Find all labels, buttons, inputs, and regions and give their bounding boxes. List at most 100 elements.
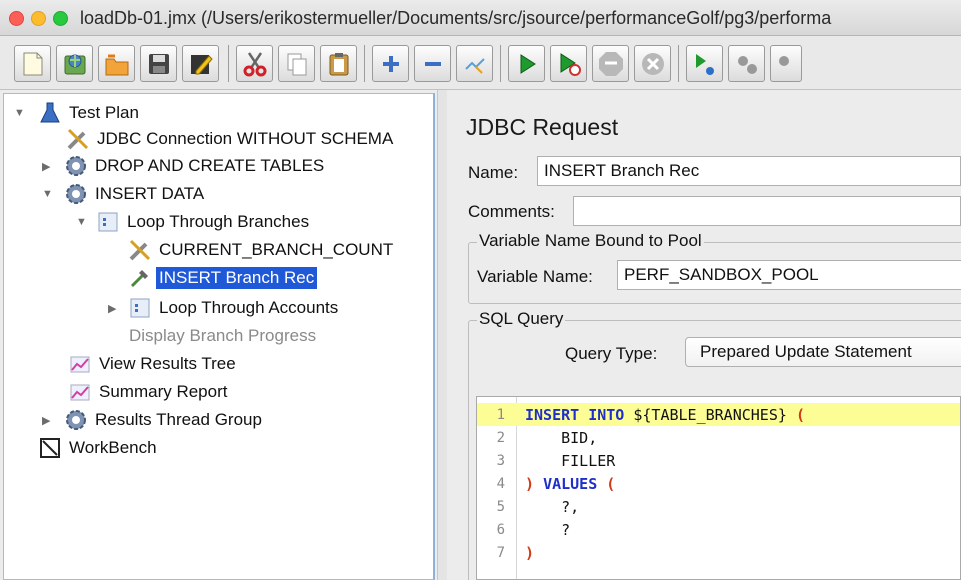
name-label: Name: [468,163,519,182]
sql-group-title: SQL Query [477,309,566,329]
toggle-button[interactable] [456,45,493,82]
code-text: ) [525,543,535,562]
tree-node-view-results-tree[interactable]: View Results Tree [68,351,239,377]
code-line[interactable]: 5 ?, [477,495,960,518]
start-icon [520,53,536,74]
tree-node-insert-data[interactable]: ▼ INSERT DATA [42,181,207,207]
paste-icon [329,52,348,75]
loop-controller-icon [96,210,120,234]
tree-node-summary-report[interactable]: Summary Report [68,379,230,405]
variable-name-field[interactable]: PERF_SANDBOX_POOL [617,260,961,290]
panel-title: JDBC Request [466,114,619,140]
code-line[interactable]: 3 FILLER [477,449,960,472]
toolbar-separator [678,45,679,82]
save-icon [148,53,169,74]
name-field[interactable]: INSERT Branch Rec [537,156,961,186]
collapsed-arrow-icon[interactable]: ▶ [108,302,116,315]
tree-node-loop-accounts[interactable]: ▶ Loop Through Accounts [108,295,341,321]
start-no-pauses-button[interactable] [550,45,587,82]
expanded-arrow-icon[interactable]: ▼ [76,216,87,228]
listener-graph-icon [68,380,92,404]
line-number: 1 [496,406,505,423]
remote-start-button[interactable] [686,45,723,82]
expand-all-button[interactable] [372,45,409,82]
tree-node-current-branch-count[interactable]: CURRENT_BRANCH_COUNT [128,237,396,263]
collapse-minus-icon [424,61,441,66]
test-plan-flask-icon [38,101,62,125]
sampler-pipette-icon [128,266,152,290]
split-pane-divider[interactable] [437,90,447,580]
code-line[interactable]: 1 INSERT INTO ${TABLE_BRANCHES} ( [477,403,960,426]
new-file-icon [23,52,42,75]
start-no-pauses-icon [560,52,581,76]
tree-node-loop-branches[interactable]: ▼ Loop Through Branches [76,209,312,235]
loop-controller-icon [128,296,152,320]
code-line[interactable]: 6 ? [477,518,960,541]
line-number: 6 [496,521,505,538]
tree-node-jdbc-connection[interactable]: JDBC Connection WITHOUT SCHEMA [66,126,396,152]
stop-button[interactable] [592,45,629,82]
tree-node-label: INSERT DATA [95,184,205,203]
close-window-button[interactable] [9,11,24,26]
tree-node-label: Display Branch Progress [129,326,317,345]
expanded-arrow-icon[interactable]: ▼ [14,107,25,119]
tree-node-test-plan[interactable]: ▼ Test Plan [14,100,142,126]
new-button[interactable] [14,45,51,82]
tree-node-workbench[interactable]: WorkBench [38,435,160,461]
thread-group-gear-icon [64,154,88,178]
expand-plus-icon [382,55,399,72]
tree-node-label: Test Plan [69,103,139,122]
start-button[interactable] [508,45,545,82]
toolbar-separator [228,45,229,82]
code-text: ) VALUES ( [525,474,616,493]
save-button[interactable] [140,45,177,82]
code-line[interactable]: 4 ) VALUES ( [477,472,960,495]
shutdown-button[interactable] [634,45,671,82]
paste-button[interactable] [320,45,357,82]
open-button[interactable] [98,45,135,82]
code-text: BID, [525,428,598,447]
comments-field[interactable] [573,196,961,226]
thread-group-gear-icon [64,408,88,432]
code-text: INSERT INTO ${TABLE_BRANCHES} ( [525,405,805,424]
code-line[interactable]: 2 BID, [477,426,960,449]
remote-stop-button[interactable] [728,45,765,82]
test-plan-tree: ▼ Test Plan JDBC Connection WITHOUT SCHE… [3,93,435,580]
tree-node-label: Loop Through Accounts [159,298,339,317]
workbench-icon [38,436,62,460]
stop-icon [598,51,623,76]
shutdown-icon [641,52,664,75]
save-as-button[interactable] [182,45,219,82]
comments-label: Comments: [468,202,555,221]
toolbar-separator [364,45,365,82]
open-folder-icon [105,54,128,75]
query-type-label: Query Type: [565,344,658,363]
expanded-arrow-icon[interactable]: ▼ [42,188,53,200]
cut-button[interactable] [236,45,273,82]
line-number: 3 [496,452,505,469]
config-wrench-icon [128,238,152,262]
code-text: FILLER [525,451,616,470]
minimize-window-button[interactable] [31,11,46,26]
tree-node-drop-create-tables[interactable]: ▶ DROP AND CREATE TABLES [42,153,327,179]
templates-button[interactable] [56,45,93,82]
tree-node-label: Summary Report [99,382,228,401]
tree-node-results-thread-group[interactable]: ▶ Results Thread Group [42,407,265,433]
remote-stop-all-button[interactable] [770,45,802,82]
line-number: 4 [496,475,505,492]
collapsed-arrow-icon[interactable]: ▶ [42,414,50,427]
collapse-all-button[interactable] [414,45,451,82]
query-type-select[interactable]: Prepared Update Statement [685,337,961,367]
templates-icon [64,54,85,74]
code-line[interactable]: 7) [477,541,960,564]
tree-node-display-branch-progress[interactable]: Display Branch Progress [126,323,319,349]
sql-editor[interactable]: 1 INSERT INTO ${TABLE_BRANCHES} ( 2 BID, 3 … [476,396,961,580]
jdbc-request-panel: JDBC Request Name: INSERT Branch Rec Com… [447,90,961,580]
code-text: ? [525,520,571,539]
remote-start-icon [695,53,714,75]
copy-button[interactable] [278,45,315,82]
collapsed-arrow-icon[interactable]: ▶ [42,160,50,173]
copy-icon [287,53,306,75]
zoom-window-button[interactable] [53,11,68,26]
tree-node-insert-branch-rec[interactable]: INSERT Branch Rec [128,265,318,291]
